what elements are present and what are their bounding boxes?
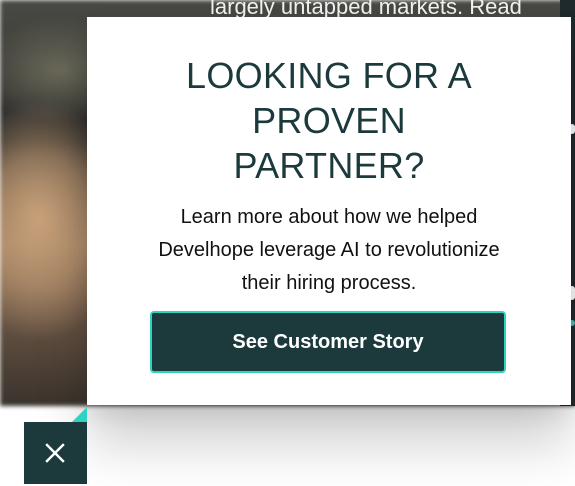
- page: largely untapped markets. Read LOOKING F…: [0, 0, 575, 486]
- modal-description: Learn more about how we helped Develhope…: [149, 201, 509, 300]
- promo-modal: LOOKING FOR A PROVEN PARTNER? Learn more…: [87, 17, 571, 405]
- modal-title-line: PROVEN: [252, 100, 406, 141]
- close-tab-accent: [72, 407, 87, 422]
- modal-description-line: Learn more about how we helped: [180, 206, 478, 228]
- close-modal-button[interactable]: [24, 422, 87, 484]
- modal-title: LOOKING FOR A PROVEN PARTNER?: [87, 53, 571, 188]
- modal-title-line: LOOKING FOR A: [186, 55, 472, 96]
- modal-description-line: Develhope leverage AI to revolutionize: [158, 239, 500, 261]
- see-customer-story-button[interactable]: See Customer Story: [150, 311, 506, 373]
- modal-title-line: PARTNER?: [233, 145, 425, 186]
- close-icon: [45, 443, 65, 463]
- modal-description-line: their hiring process.: [241, 272, 417, 294]
